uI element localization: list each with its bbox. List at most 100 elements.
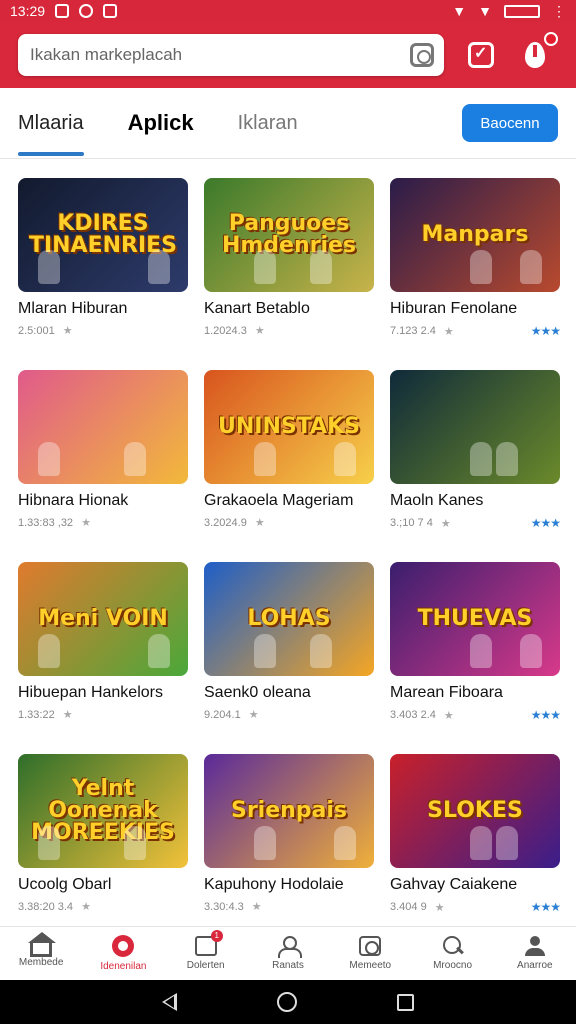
app-card[interactable]: SLOKES Gahvay Caiakene 3.404 9 ★ ★★★ <box>390 754 561 926</box>
app-name[interactable]: Maoln Kanes <box>390 492 560 510</box>
star-icon: ★ <box>62 325 73 337</box>
nav-label: Mroocno <box>433 960 472 971</box>
app-name[interactable]: Saenk0 oleana <box>204 684 374 702</box>
app-card[interactable]: Manpars Hiburan Fenolane 7.123 2.4 ★ ★★★ <box>390 178 561 350</box>
nav-label: Anarroe <box>517 960 553 971</box>
alert-button[interactable] <box>518 32 558 72</box>
character-figure <box>254 634 276 668</box>
nav-item-4[interactable]: Ranats <box>247 927 329 980</box>
home-circle-icon[interactable] <box>277 992 297 1012</box>
app-meta-text: 1.2024.3 <box>204 324 247 337</box>
star-icon: ★ <box>254 325 265 337</box>
app-meta: 3.38:20 3.4 ★ <box>18 900 188 914</box>
image-frame-icon <box>359 936 382 956</box>
status-bar-right: ▼ ▼ ⋮ <box>452 3 566 20</box>
app-name[interactable]: Hibuepan Hankelors <box>18 684 188 702</box>
app-meta-text: 9.204.1 <box>204 708 241 721</box>
search-icon <box>442 936 464 956</box>
app-title-art <box>471 423 479 431</box>
tab-1[interactable]: Mlaaria <box>18 88 84 158</box>
app-thumbnail[interactable]: UNINSTAKS <box>204 370 374 484</box>
character-figure <box>470 442 492 476</box>
app-name[interactable]: Mlaran Hiburan <box>18 300 188 318</box>
app-meta-text: 7.123 2.4 <box>390 325 436 337</box>
system-navigation-bar <box>0 980 576 1024</box>
star-icon: ★ <box>443 709 454 722</box>
app-name[interactable]: Kapuhony Hodolaie <box>204 876 374 894</box>
app-title-art: LOHAS <box>247 606 331 631</box>
app-card[interactable]: Meni VOIN Hibuepan Hankelors 1.33:22 ★ <box>18 562 188 734</box>
app-meta: 3.2024.9 ★ <box>204 516 374 530</box>
character-figure <box>148 250 170 284</box>
app-thumbnail[interactable]: LOHAS <box>204 562 374 676</box>
app-thumbnail[interactable]: SLOKES <box>390 754 560 868</box>
more-icon[interactable]: ⋮ <box>552 3 566 20</box>
primary-action-button[interactable]: Baocenn <box>462 104 558 142</box>
app-card[interactable]: LOHAS Saenk0 oleana 9.204.1 ★ <box>204 562 374 734</box>
app-thumbnail[interactable] <box>18 370 188 484</box>
app-header <box>0 22 576 88</box>
app-card[interactable]: Maoln Kanes 3.;10 7 4 ★ ★★★ <box>390 370 561 542</box>
app-name[interactable]: Ucoolg Obarl <box>18 876 188 894</box>
character-figure <box>334 442 356 476</box>
app-thumbnail[interactable]: THUEVAS <box>390 562 560 676</box>
nav-badge: 1 <box>210 930 223 942</box>
app-name[interactable]: Grakaoela Mageriam <box>204 492 374 510</box>
app-card[interactable]: Hibnara Hionak 1.33:83 ,32 ★ <box>18 370 188 542</box>
app-thumbnail[interactable]: Meni VOIN <box>18 562 188 676</box>
disc-icon <box>112 935 135 957</box>
character-figure <box>520 634 542 668</box>
character-figure <box>124 826 146 860</box>
app-name[interactable]: Kanart Betablo <box>204 300 374 318</box>
app-name[interactable]: Hibnara Hionak <box>18 492 188 510</box>
rating-stars: ★★★ <box>530 900 561 914</box>
app-meta-text: 3.2024.9 <box>204 516 247 529</box>
nav-item-3[interactable]: 1 Dolerten <box>165 927 247 980</box>
home-icon <box>28 932 57 957</box>
app-thumbnail[interactable] <box>390 370 560 484</box>
app-name[interactable]: Gahvay Caiakene <box>390 876 560 894</box>
search-bar[interactable] <box>18 34 444 76</box>
app-title-art: Meni VOIN <box>38 606 168 631</box>
app-name[interactable]: Hiburan Fenolane <box>390 300 560 318</box>
app-meta: 3.30:4.3 ★ <box>204 900 374 914</box>
search-icon[interactable] <box>410 43 434 67</box>
character-figure <box>470 250 492 284</box>
app-thumbnail[interactable]: Panguoes Hmdenries <box>204 178 374 292</box>
nav-item-2[interactable]: Idenenilan <box>82 927 164 980</box>
app-meta-text: 1.33:22 <box>18 708 55 721</box>
nav-item-1[interactable]: Membede <box>0 927 82 980</box>
app-meta: 1.33:22 ★ <box>18 708 188 722</box>
recent-apps-icon[interactable] <box>397 993 414 1011</box>
app-name[interactable]: Marean Fiboara <box>390 684 560 702</box>
nav-item-5[interactable]: Memeeto <box>329 927 411 980</box>
app-card[interactable]: THUEVAS Marean Fiboara 3.403 2.4 ★ ★★★ <box>390 562 561 734</box>
back-icon[interactable] <box>162 993 177 1011</box>
nav-item-6[interactable]: Mroocno <box>411 927 493 980</box>
app-title-art: Srienpais <box>230 798 348 823</box>
app-thumbnail[interactable]: KDIRES TINAENRIES <box>18 178 188 292</box>
app-meta-text: 3.404 9 <box>390 901 427 913</box>
app-card[interactable]: KDIRES TINAENRIES Mlaran Hiburan 2.5:001… <box>18 178 188 350</box>
character-figure <box>38 634 60 668</box>
star-icon: ★ <box>434 901 445 914</box>
app-title-art <box>99 423 107 431</box>
star-icon: ★ <box>248 709 259 721</box>
tab-3[interactable]: Iklaran <box>238 88 298 158</box>
app-thumbnail[interactable]: Manpars <box>390 178 560 292</box>
character-figure <box>310 634 332 668</box>
app-thumbnail[interactable]: Yelnt Oonenak MOREEKIES <box>18 754 188 868</box>
app-card[interactable]: Srienpais Kapuhony Hodolaie 3.30:4.3 ★ <box>204 754 374 926</box>
star-icon: ★ <box>440 517 451 530</box>
app-thumbnail[interactable]: Srienpais <box>204 754 374 868</box>
nav-item-7[interactable]: Anarroe <box>494 927 576 980</box>
app-meta: 9.204.1 ★ <box>204 708 374 722</box>
app-card[interactable]: Panguoes Hmdenries Kanart Betablo 1.2024… <box>204 178 374 350</box>
tab-2[interactable]: Aplick <box>128 88 194 158</box>
app-card[interactable]: UNINSTAKS Grakaoela Mageriam 3.2024.9 ★ <box>204 370 374 542</box>
app-card[interactable]: Yelnt Oonenak MOREEKIES Ucoolg Obarl 3.3… <box>18 754 188 926</box>
star-icon: ★ <box>254 517 265 529</box>
checklist-button[interactable] <box>464 38 498 72</box>
star-icon: ★ <box>81 517 91 529</box>
search-input[interactable] <box>30 45 410 65</box>
